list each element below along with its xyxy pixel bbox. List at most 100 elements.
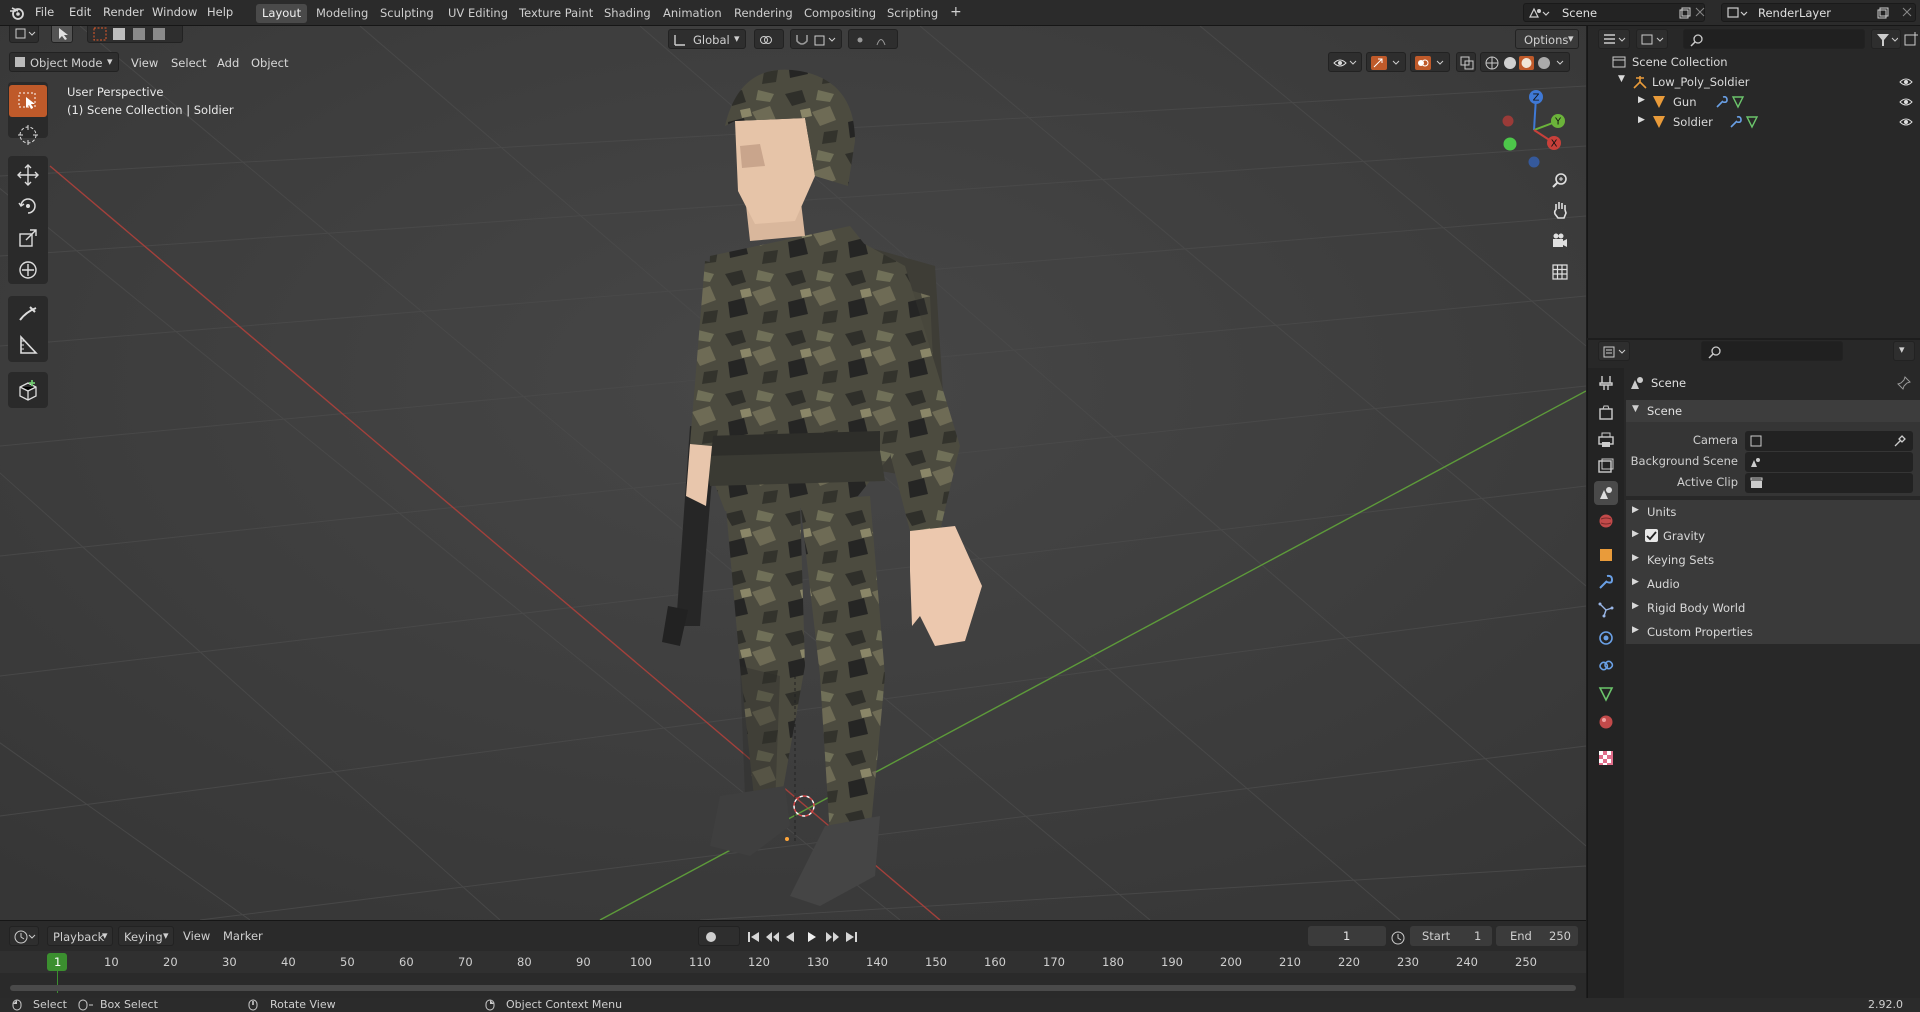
view-layer-selector[interactable]: RenderLayer bbox=[1721, 3, 1916, 22]
outliner-row-soldier[interactable]: ▶ Soldier bbox=[1588, 112, 1920, 132]
scene-selector[interactable]: Scene bbox=[1523, 3, 1705, 22]
ortho-toggle-button[interactable] bbox=[1548, 260, 1572, 284]
shading-mode-group[interactable] bbox=[1480, 52, 1570, 72]
transform-orientation-dropdown[interactable]: Global ▾ bbox=[668, 29, 746, 49]
end-frame-field[interactable]: End 250 bbox=[1496, 926, 1578, 946]
tool-rotate[interactable] bbox=[9, 190, 47, 222]
viewport-menu-view[interactable]: View bbox=[131, 56, 158, 70]
timeline-editor-type[interactable] bbox=[9, 926, 39, 946]
tool-transform[interactable] bbox=[9, 254, 47, 286]
tab-uv-editing[interactable]: UV Editing bbox=[442, 4, 514, 23]
mode-selector[interactable]: Object Mode ▾ bbox=[9, 52, 119, 72]
tool-measure[interactable] bbox=[9, 330, 47, 362]
viewport-menu-object[interactable]: Object bbox=[251, 56, 288, 70]
menu-render[interactable]: Render bbox=[103, 5, 144, 19]
tab-view-layer[interactable] bbox=[1594, 454, 1618, 478]
tab-physics[interactable] bbox=[1594, 626, 1618, 650]
expand-arrow-icon[interactable]: ▶ bbox=[1638, 95, 1645, 105]
tab-sculpting[interactable]: Sculpting bbox=[374, 4, 440, 23]
playback-dropdown[interactable]: Playback ▾ bbox=[47, 926, 113, 946]
start-frame-field[interactable]: Start 1 bbox=[1410, 926, 1492, 946]
tool-cursor[interactable] bbox=[9, 119, 47, 151]
active-clip-field[interactable] bbox=[1745, 473, 1913, 493]
viewport-menu-add[interactable]: Add bbox=[217, 56, 239, 70]
tab-texture[interactable] bbox=[1594, 746, 1618, 770]
new-collection-icon[interactable] bbox=[1904, 32, 1918, 46]
navigation-gizmo[interactable]: Z Y X bbox=[1496, 88, 1572, 168]
proportional-edit-group[interactable] bbox=[848, 29, 898, 49]
tab-render[interactable] bbox=[1594, 401, 1618, 425]
auto-keying-group[interactable] bbox=[698, 926, 740, 946]
stopwatch-icon[interactable] bbox=[1390, 930, 1406, 946]
eye-icon[interactable] bbox=[1899, 96, 1913, 108]
tab-object[interactable] bbox=[1594, 543, 1618, 567]
options-button[interactable]: Options ▾ bbox=[1515, 29, 1579, 49]
tab-modifiers[interactable] bbox=[1594, 570, 1618, 594]
tool-select-box[interactable] bbox=[9, 85, 47, 117]
panel-units[interactable]: ▶ Units bbox=[1626, 500, 1920, 524]
properties-editor[interactable]: ▾ Scene ▼ Scene Camera Background Scene … bbox=[1587, 340, 1920, 998]
properties-editor-type[interactable] bbox=[1598, 341, 1630, 361]
pin-icon[interactable] bbox=[1897, 376, 1911, 390]
tab-shading[interactable]: Shading bbox=[598, 4, 657, 23]
tab-world[interactable] bbox=[1594, 509, 1618, 533]
tool-annotate[interactable] bbox=[9, 298, 47, 330]
pan-button[interactable] bbox=[1548, 198, 1572, 222]
tab-material[interactable] bbox=[1594, 710, 1618, 734]
expand-arrow-icon[interactable]: ▼ bbox=[1618, 74, 1625, 84]
gizmo-toggle[interactable] bbox=[1366, 52, 1406, 72]
copy-icon[interactable] bbox=[1679, 7, 1691, 19]
properties-search-input[interactable] bbox=[1701, 341, 1843, 361]
tab-particles[interactable] bbox=[1594, 598, 1618, 622]
tool-move[interactable] bbox=[9, 158, 47, 190]
playback-controls[interactable] bbox=[746, 930, 866, 944]
timeline-menu-view[interactable]: View bbox=[183, 929, 210, 943]
outliner-row-gun[interactable]: ▶ Gun bbox=[1588, 92, 1920, 112]
outliner-row-collection[interactable]: ▼ Low_Poly_Soldier bbox=[1588, 72, 1920, 92]
zoom-button[interactable] bbox=[1548, 168, 1572, 192]
editor-type-button[interactable] bbox=[9, 26, 39, 43]
selection-mode-group[interactable] bbox=[87, 26, 183, 43]
copy-icon[interactable] bbox=[1877, 7, 1889, 19]
properties-options-dropdown[interactable]: ▾ bbox=[1893, 341, 1915, 361]
eye-icon[interactable] bbox=[1899, 76, 1913, 88]
viewport-menu-select[interactable]: Select bbox=[171, 56, 206, 70]
close-icon[interactable] bbox=[1902, 7, 1912, 17]
camera-field[interactable] bbox=[1745, 431, 1913, 451]
tab-scripting[interactable]: Scripting bbox=[881, 4, 944, 23]
blender-logo-icon[interactable] bbox=[9, 5, 25, 21]
tab-rendering[interactable]: Rendering bbox=[728, 4, 799, 23]
3d-viewport[interactable]: Object Mode ▾ View Select Add Object Glo… bbox=[0, 26, 1586, 920]
overlays-toggle[interactable] bbox=[1410, 52, 1450, 72]
close-icon[interactable] bbox=[1695, 7, 1705, 17]
tab-compositing[interactable]: Compositing bbox=[798, 4, 882, 23]
timeline-scrollbar[interactable] bbox=[10, 985, 1576, 991]
tab-tool[interactable] bbox=[1594, 371, 1618, 395]
snap-group[interactable] bbox=[790, 29, 842, 49]
timeline-menu-marker[interactable]: Marker bbox=[223, 929, 263, 943]
tab-texture-paint[interactable]: Texture Paint bbox=[513, 4, 599, 23]
panel-keying-sets[interactable]: ▶ Keying Sets bbox=[1626, 548, 1920, 572]
tab-constraints[interactable] bbox=[1594, 654, 1618, 678]
eye-icon[interactable] bbox=[1899, 116, 1913, 128]
outliner-search-input[interactable] bbox=[1683, 29, 1865, 49]
xray-toggle[interactable] bbox=[1456, 52, 1476, 72]
tab-object-data[interactable] bbox=[1594, 682, 1618, 706]
panel-custom-properties[interactable]: ▶ Custom Properties bbox=[1626, 620, 1920, 644]
visibility-dropdown[interactable] bbox=[1328, 52, 1362, 72]
panel-rigid-body-world[interactable]: ▶ Rigid Body World bbox=[1626, 596, 1920, 620]
add-workspace-button[interactable]: + bbox=[944, 2, 968, 21]
outliner-row-scene-collection[interactable]: Scene Collection bbox=[1588, 52, 1920, 72]
tool-add-cube[interactable] bbox=[9, 374, 47, 406]
pivot-point-dropdown[interactable] bbox=[754, 29, 784, 49]
scene-panel-header[interactable]: ▼ Scene bbox=[1626, 400, 1920, 422]
panel-audio[interactable]: ▶ Audio bbox=[1626, 572, 1920, 596]
menu-help[interactable]: Help bbox=[207, 5, 233, 19]
menu-window[interactable]: Window bbox=[152, 5, 197, 19]
menu-file[interactable]: File bbox=[35, 5, 54, 19]
outliner[interactable]: Scene Collection ▼ Low_Poly_Soldier ▶ Gu… bbox=[1587, 26, 1920, 338]
keying-dropdown[interactable]: Keying ▾ bbox=[118, 926, 174, 946]
camera-view-button[interactable] bbox=[1548, 229, 1572, 253]
tool-scale[interactable] bbox=[9, 222, 47, 254]
tab-modeling[interactable]: Modeling bbox=[310, 4, 374, 23]
